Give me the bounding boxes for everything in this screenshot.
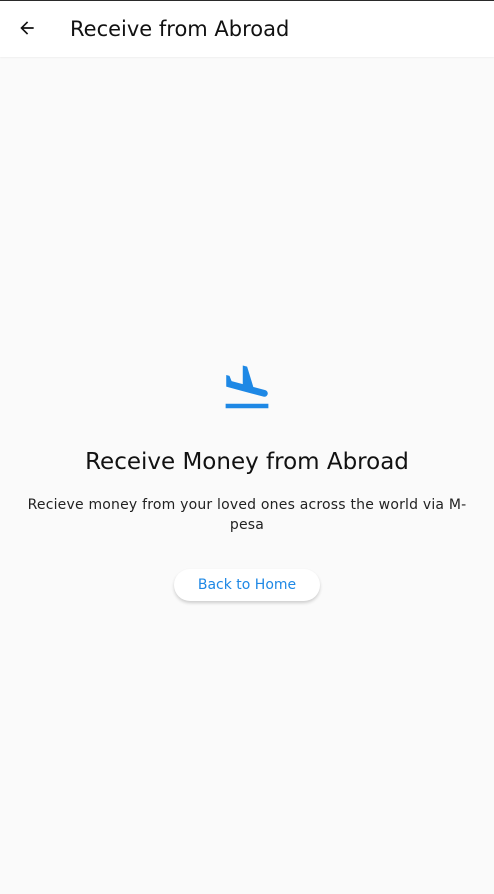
main-content: Receive Money from Abroad Recieve money … <box>0 361 494 601</box>
app-bar: Receive from Abroad <box>0 1 494 57</box>
arrow-left-icon <box>20 21 34 35</box>
back-button[interactable] <box>12 13 42 43</box>
flight-land-icon <box>225 365 269 409</box>
heading: Receive Money from Abroad <box>85 449 409 475</box>
description: Recieve money from your loved ones acros… <box>27 497 467 533</box>
page-title: Receive from Abroad <box>70 17 290 41</box>
back-to-home-button[interactable]: Back to Home <box>174 569 320 601</box>
screen: Receive from Abroad Receive Money from A… <box>0 0 494 894</box>
